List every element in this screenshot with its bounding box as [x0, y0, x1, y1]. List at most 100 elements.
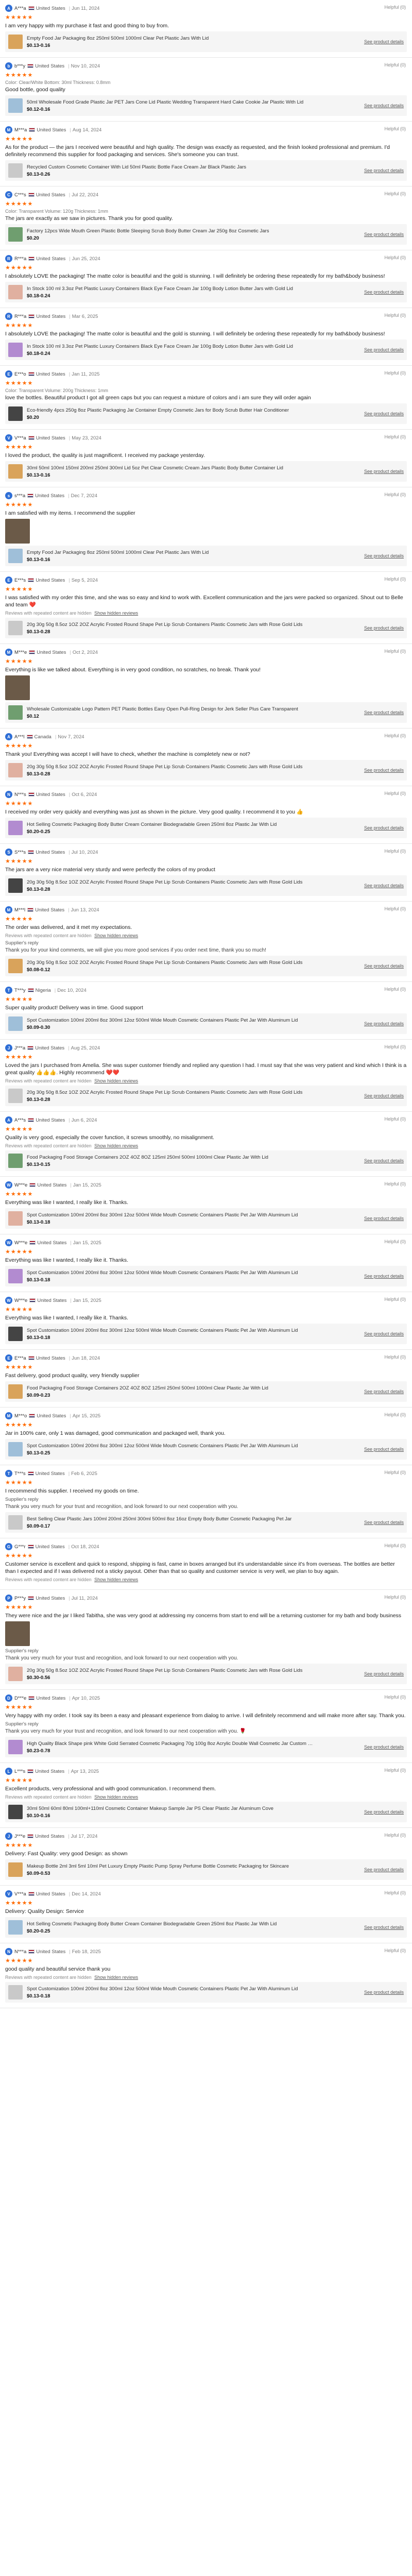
- review-photo[interactable]: [5, 1621, 30, 1646]
- helpful-button[interactable]: Helpful (0): [384, 126, 406, 131]
- product-details-link[interactable]: See product details: [364, 1744, 404, 1750]
- product-thumbnail[interactable]: [8, 1515, 23, 1530]
- helpful-button[interactable]: Helpful (0): [384, 255, 406, 260]
- product-name[interactable]: In Stock 100 ml 3.3oz Pet Plastic Luxury…: [27, 286, 315, 292]
- product-thumbnail[interactable]: [8, 1154, 23, 1168]
- product-card[interactable]: Spot Customization 100ml 200ml 8oz 300ml…: [5, 1439, 407, 1460]
- product-card[interactable]: Spot Customization 100ml 200ml 8oz 300ml…: [5, 1982, 407, 2003]
- product-thumbnail[interactable]: [8, 1985, 23, 1999]
- helpful-button[interactable]: Helpful (0): [384, 987, 406, 992]
- product-name[interactable]: Hot Selling Cosmetic Packaging Body Butt…: [27, 822, 315, 827]
- product-details-link[interactable]: See product details: [364, 710, 404, 715]
- helpful-button[interactable]: Helpful (0): [384, 577, 406, 582]
- product-details-link[interactable]: See product details: [364, 1274, 404, 1279]
- product-card[interactable]: In Stock 100 ml 3.3oz Pet Plastic Luxury…: [5, 340, 407, 360]
- product-card[interactable]: 20g 30g 50g 8.5oz 1OZ 2OZ Acrylic Froste…: [5, 956, 407, 976]
- product-card[interactable]: 20g 30g 50g 8.5oz 1OZ 2OZ Acrylic Froste…: [5, 1086, 407, 1106]
- product-thumbnail[interactable]: [8, 1384, 23, 1399]
- product-name[interactable]: Spot Customization 100ml 200ml 8oz 300ml…: [27, 1018, 315, 1023]
- product-name[interactable]: Spot Customization 100ml 200ml 8oz 300ml…: [27, 1443, 315, 1449]
- product-details-link[interactable]: See product details: [364, 1158, 404, 1163]
- product-details-link[interactable]: See product details: [364, 1671, 404, 1676]
- product-details-link[interactable]: See product details: [364, 883, 404, 888]
- product-name[interactable]: In Stock 100 ml 3.3oz Pet Plastic Luxury…: [27, 344, 315, 349]
- product-details-link[interactable]: See product details: [364, 39, 404, 44]
- product-card[interactable]: Eco-friendly 4pcs 250g 8oz Plastic Packa…: [5, 403, 407, 424]
- product-thumbnail[interactable]: [8, 1667, 23, 1681]
- product-card[interactable]: 20g 30g 50g 8.5oz 1OZ 2OZ Acrylic Froste…: [5, 875, 407, 896]
- product-name[interactable]: Spot Customization 100ml 200ml 8oz 300ml…: [27, 1328, 315, 1333]
- helpful-button[interactable]: Helpful (0): [384, 906, 406, 911]
- helpful-button[interactable]: Helpful (0): [384, 1948, 406, 1953]
- helpful-button[interactable]: Helpful (0): [384, 649, 406, 654]
- product-card[interactable]: Best Selling Clear Plastic Jars 100ml 20…: [5, 1512, 407, 1533]
- show-hidden-link[interactable]: Show hidden reviews: [94, 1577, 138, 1582]
- product-name[interactable]: Factory 12pcs Wide Mouth Green Plastic B…: [27, 228, 315, 234]
- product-name[interactable]: 20g 30g 50g 8.5oz 1OZ 2OZ Acrylic Froste…: [27, 622, 315, 628]
- product-details-link[interactable]: See product details: [364, 1520, 404, 1525]
- product-name[interactable]: 20g 30g 50g 8.5oz 1OZ 2OZ Acrylic Froste…: [27, 879, 315, 885]
- product-details-link[interactable]: See product details: [364, 469, 404, 474]
- helpful-button[interactable]: Helpful (0): [384, 1833, 406, 1838]
- product-name[interactable]: 30ml 50ml 60ml 80ml 100ml+110ml Cosmetic…: [27, 1806, 315, 1811]
- helpful-button[interactable]: Helpful (0): [384, 1354, 406, 1360]
- helpful-button[interactable]: Helpful (0): [384, 370, 406, 376]
- product-name[interactable]: 50ml Wholesale Food Grade Plastic Jar PE…: [27, 99, 315, 105]
- product-thumbnail[interactable]: [8, 1269, 23, 1283]
- show-hidden-link[interactable]: Show hidden reviews: [94, 933, 138, 938]
- product-details-link[interactable]: See product details: [364, 1809, 404, 1815]
- helpful-button[interactable]: Helpful (0): [384, 5, 406, 10]
- product-thumbnail[interactable]: [8, 98, 23, 113]
- helpful-button[interactable]: Helpful (0): [384, 1694, 406, 1700]
- product-thumbnail[interactable]: [8, 1016, 23, 1031]
- product-details-link[interactable]: See product details: [364, 963, 404, 969]
- helpful-button[interactable]: Helpful (0): [384, 849, 406, 854]
- product-details-link[interactable]: See product details: [364, 1925, 404, 1930]
- product-details-link[interactable]: See product details: [364, 103, 404, 108]
- product-details-link[interactable]: See product details: [364, 1216, 404, 1221]
- helpful-button[interactable]: Helpful (0): [384, 733, 406, 738]
- product-details-link[interactable]: See product details: [364, 347, 404, 352]
- product-card[interactable]: Empty Food Jar Packaging 8oz 250ml 500ml…: [5, 31, 407, 52]
- helpful-button[interactable]: Helpful (0): [384, 1890, 406, 1895]
- product-details-link[interactable]: See product details: [364, 411, 404, 416]
- product-card[interactable]: Spot Customization 100ml 200ml 8oz 300ml…: [5, 1324, 407, 1344]
- product-name[interactable]: High Quality Black Shape pink White Gold…: [27, 1741, 315, 1747]
- product-thumbnail[interactable]: [8, 1920, 23, 1935]
- product-name[interactable]: 20g 30g 50g 8.5oz 1OZ 2OZ Acrylic Froste…: [27, 764, 315, 770]
- review-photo[interactable]: [5, 519, 30, 544]
- product-card[interactable]: 20g 30g 50g 8.5oz 1OZ 2OZ Acrylic Froste…: [5, 1664, 407, 1684]
- product-name[interactable]: Spot Customization 100ml 200ml 8oz 300ml…: [27, 1270, 315, 1276]
- product-details-link[interactable]: See product details: [364, 825, 404, 831]
- product-thumbnail[interactable]: [8, 163, 23, 178]
- helpful-button[interactable]: Helpful (0): [384, 62, 406, 67]
- product-thumbnail[interactable]: [8, 763, 23, 777]
- product-card[interactable]: 20g 30g 50g 8.5oz 1OZ 2OZ Acrylic Froste…: [5, 618, 407, 638]
- product-details-link[interactable]: See product details: [364, 1867, 404, 1872]
- product-details-link[interactable]: See product details: [364, 1331, 404, 1336]
- product-thumbnail[interactable]: [8, 1211, 23, 1226]
- helpful-button[interactable]: Helpful (0): [384, 1412, 406, 1417]
- product-name[interactable]: Spot Customization 100ml 200ml 8oz 300ml…: [27, 1986, 315, 1992]
- show-hidden-link[interactable]: Show hidden reviews: [94, 1975, 138, 1980]
- product-thumbnail[interactable]: [8, 1089, 23, 1103]
- product-card[interactable]: 50ml Wholesale Food Grade Plastic Jar PE…: [5, 95, 407, 116]
- review-photo[interactable]: [5, 675, 30, 700]
- helpful-button[interactable]: Helpful (0): [384, 1239, 406, 1244]
- product-name[interactable]: 20g 30g 50g 8.5oz 1OZ 2OZ Acrylic Froste…: [27, 1668, 315, 1673]
- product-thumbnail[interactable]: [8, 621, 23, 635]
- product-details-link[interactable]: See product details: [364, 768, 404, 773]
- product-name[interactable]: 30ml 50ml 100ml 150ml 200ml 250ml 300ml …: [27, 465, 315, 471]
- product-thumbnail[interactable]: [8, 705, 23, 720]
- product-details-link[interactable]: See product details: [364, 232, 404, 237]
- product-thumbnail[interactable]: [8, 1740, 23, 1754]
- product-card[interactable]: Hot Selling Cosmetic Packaging Body Butt…: [5, 818, 407, 838]
- helpful-button[interactable]: Helpful (0): [384, 1297, 406, 1302]
- product-details-link[interactable]: See product details: [364, 553, 404, 558]
- helpful-button[interactable]: Helpful (0): [384, 191, 406, 196]
- product-card[interactable]: Hot Selling Cosmetic Packaging Body Butt…: [5, 1917, 407, 1938]
- product-thumbnail[interactable]: [8, 285, 23, 299]
- product-thumbnail[interactable]: [8, 549, 23, 563]
- product-name[interactable]: Best Selling Clear Plastic Jars 100ml 20…: [27, 1516, 315, 1522]
- product-name[interactable]: Empty Food Jar Packaging 8oz 250ml 500ml…: [27, 36, 315, 41]
